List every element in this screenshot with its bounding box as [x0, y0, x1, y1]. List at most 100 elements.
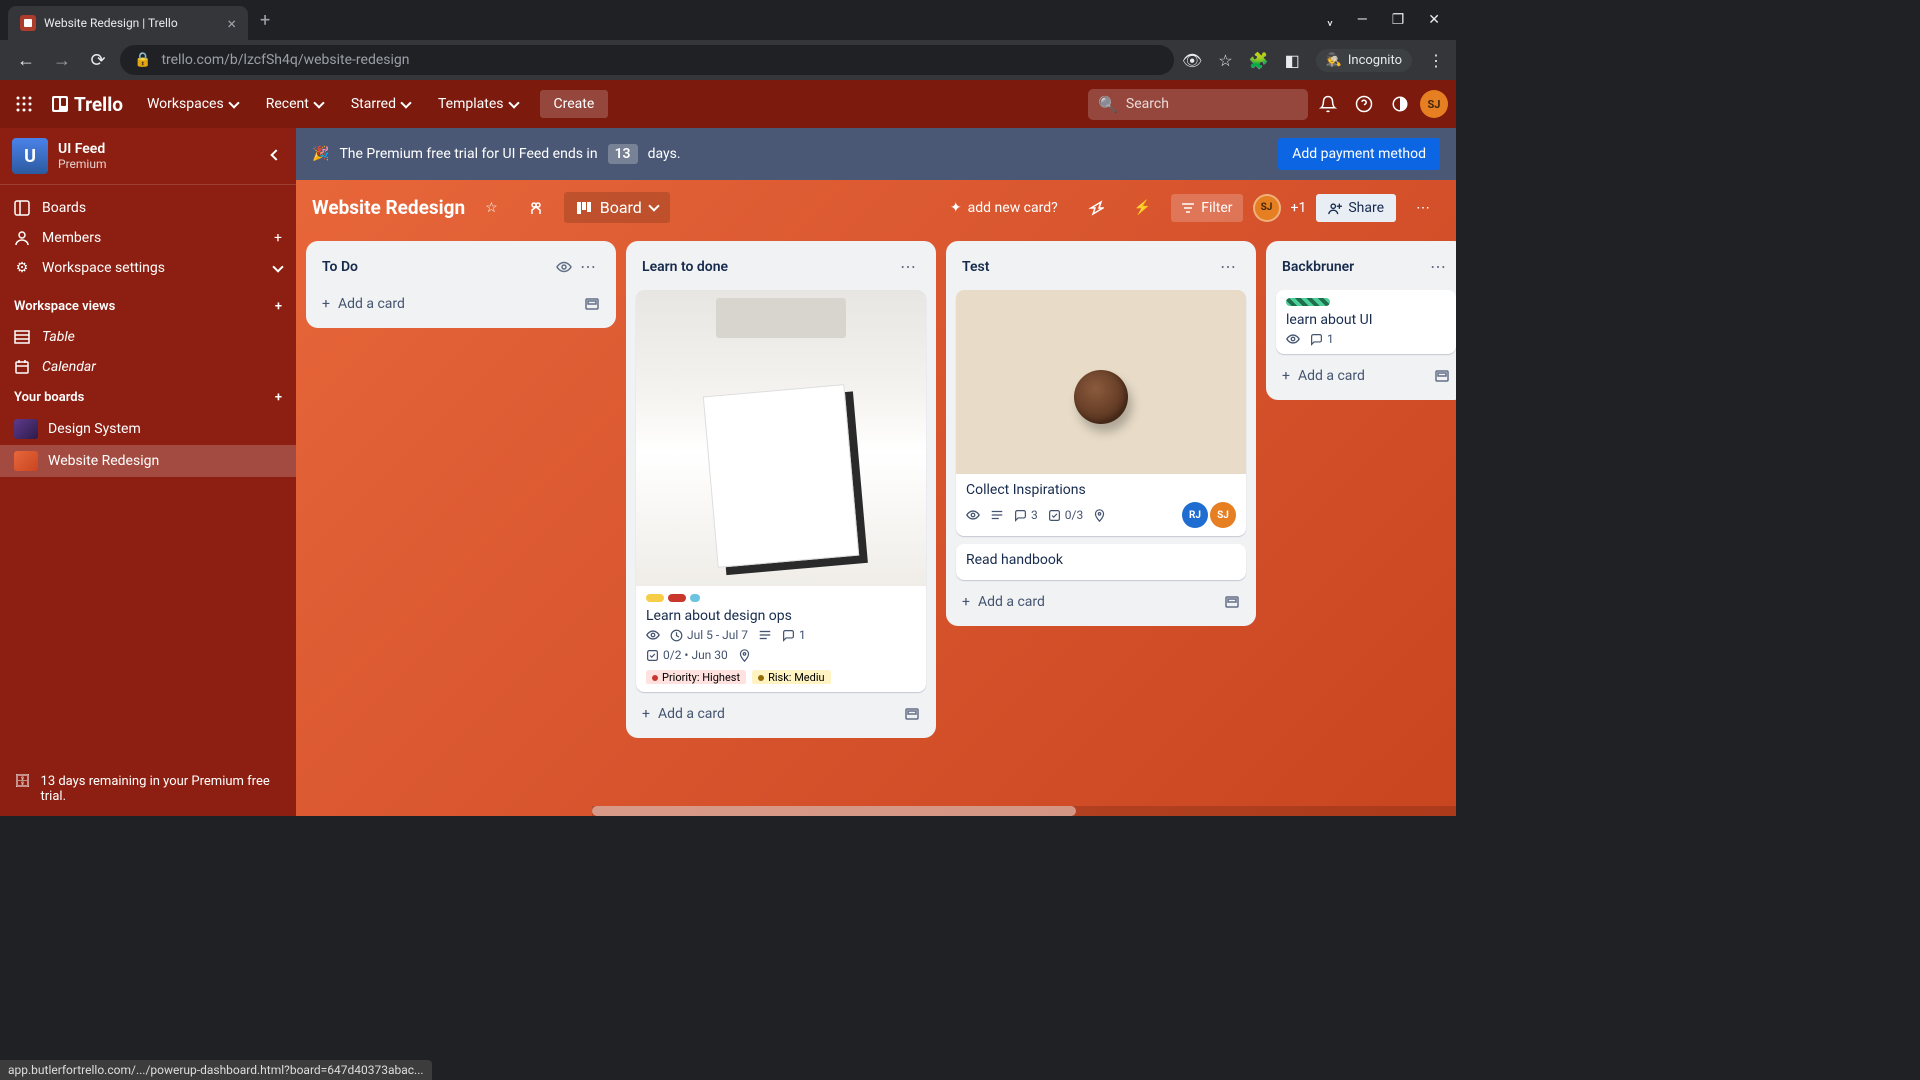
- sidebar-item-settings[interactable]: ⚙ Workspace settings: [0, 253, 296, 283]
- add-card-button[interactable]: +Add a card: [636, 700, 926, 728]
- card[interactable]: Collect Inspirations30/3RJSJ: [956, 290, 1246, 536]
- back-button[interactable]: ←: [12, 50, 40, 71]
- sidebar-item-calendar[interactable]: Calendar: [0, 352, 296, 382]
- search-box[interactable]: 🔍: [1088, 89, 1308, 120]
- collapse-sidebar-button[interactable]: [268, 143, 284, 170]
- template-icon[interactable]: [904, 706, 920, 722]
- forward-button[interactable]: →: [48, 50, 76, 71]
- card[interactable]: Read handbook: [956, 544, 1246, 580]
- maximize-icon[interactable]: ❐: [1392, 12, 1405, 28]
- card-cover: [636, 290, 926, 586]
- list-menu-icon[interactable]: ⋯: [1216, 253, 1240, 280]
- menu-workspaces[interactable]: Workspaces: [135, 90, 250, 118]
- banner-suffix: days.: [648, 146, 681, 162]
- add-view-icon[interactable]: +: [275, 299, 282, 314]
- sidebar-item-members[interactable]: Members +: [0, 223, 296, 253]
- trello-logo[interactable]: Trello: [44, 93, 131, 116]
- add-member-icon[interactable]: +: [274, 230, 282, 246]
- star-board-button[interactable]: ☆: [475, 194, 508, 222]
- add-card-button[interactable]: +Add a card: [316, 290, 606, 318]
- list: To Do ⋯ +Add a card: [306, 241, 616, 328]
- minimize-icon[interactable]: —: [1357, 12, 1368, 28]
- template-icon[interactable]: [1434, 368, 1450, 384]
- template-icon[interactable]: [1224, 594, 1240, 610]
- account-avatar[interactable]: SJ: [1420, 90, 1448, 118]
- add-card-button[interactable]: +Add a card: [956, 588, 1246, 616]
- filter-button[interactable]: Filter: [1171, 194, 1242, 222]
- chevron-down-icon: [228, 97, 239, 108]
- sidebar-item-boards[interactable]: Boards: [0, 193, 296, 223]
- sidebar-heading-views: Workspace views +: [0, 291, 296, 322]
- card[interactable]: learn about UI1: [1276, 290, 1456, 354]
- share-button[interactable]: Share: [1316, 194, 1396, 222]
- browser-menu-icon[interactable]: ⋮: [1428, 51, 1444, 70]
- list-title[interactable]: Learn to done: [642, 259, 896, 275]
- browser-tab[interactable]: Website Redesign | Trello ×: [8, 6, 248, 40]
- label[interactable]: [646, 594, 664, 602]
- help-icon[interactable]: [1348, 88, 1380, 120]
- search-input[interactable]: [1126, 96, 1304, 112]
- new-tab-button[interactable]: +: [260, 10, 270, 31]
- board-canvas[interactable]: To Do ⋯ +Add a card Learn to done ⋯ Lear…: [296, 235, 1456, 816]
- board-menu-button[interactable]: ⋯: [1406, 194, 1440, 222]
- plus-icon: +: [322, 296, 330, 312]
- incognito-icon: 🕵: [1326, 53, 1342, 68]
- card[interactable]: Learn about design opsJul 5 - Jul 71 0/2…: [636, 290, 926, 692]
- close-window-icon[interactable]: ✕: [1428, 12, 1440, 28]
- view-label: Board: [600, 198, 642, 217]
- list-title[interactable]: Test: [962, 259, 1216, 275]
- add-board-icon[interactable]: +: [275, 390, 282, 405]
- bookmark-icon[interactable]: ☆: [1218, 51, 1232, 70]
- board-view-icon: [576, 200, 592, 216]
- board-member-avatar[interactable]: SJ: [1253, 194, 1281, 222]
- add-card-button[interactable]: +Add a card: [1276, 362, 1456, 390]
- description-icon: [758, 628, 772, 642]
- board-title[interactable]: Website Redesign: [312, 196, 465, 219]
- tracking-icon[interactable]: 👁: [1182, 51, 1202, 70]
- sidebar-item-table[interactable]: Table: [0, 322, 296, 352]
- app-switcher-icon[interactable]: [8, 88, 40, 120]
- add-payment-button[interactable]: Add payment method: [1278, 138, 1440, 170]
- list-menu-icon[interactable]: ⋯: [576, 253, 600, 280]
- list-title[interactable]: To Do: [322, 259, 552, 275]
- add-card-label: Add a card: [1298, 368, 1365, 384]
- label[interactable]: [690, 594, 700, 602]
- member-avatar[interactable]: RJ: [1182, 502, 1208, 528]
- watch-icon[interactable]: [552, 255, 576, 279]
- extra-members-count[interactable]: +1: [1291, 200, 1307, 216]
- member-avatar[interactable]: SJ: [1210, 502, 1236, 528]
- label[interactable]: [668, 594, 686, 602]
- automation-button[interactable]: ⚡: [1124, 194, 1161, 222]
- menu-recent[interactable]: Recent: [254, 90, 335, 118]
- theme-icon[interactable]: [1384, 88, 1416, 120]
- calendar-icon: [14, 359, 30, 375]
- notifications-icon[interactable]: [1312, 88, 1344, 120]
- sparkle-icon: ✦: [950, 200, 962, 216]
- list: Test ⋯ Collect Inspirations30/3RJSJRead …: [946, 241, 1256, 626]
- butler-hint[interactable]: ✦ add new card?: [940, 194, 1068, 222]
- visibility-button[interactable]: [518, 194, 554, 222]
- extensions-icon[interactable]: 🧩: [1249, 51, 1269, 70]
- sidebar-board-item[interactable]: Website Redesign: [0, 445, 296, 477]
- list-menu-icon[interactable]: ⋯: [1426, 253, 1450, 280]
- label[interactable]: [1286, 298, 1330, 306]
- workspace-tier: Premium: [58, 157, 258, 171]
- sidebar-label: Workspace settings: [42, 260, 165, 276]
- list-menu-icon[interactable]: ⋯: [896, 253, 920, 280]
- reload-button[interactable]: ⟳: [84, 50, 112, 71]
- create-button[interactable]: Create: [540, 90, 609, 118]
- comments-badge: 3: [1014, 508, 1038, 522]
- menu-starred[interactable]: Starred: [339, 90, 422, 118]
- sidepanel-icon[interactable]: ◧: [1285, 51, 1300, 70]
- menu-templates[interactable]: Templates: [426, 90, 530, 118]
- incognito-badge[interactable]: 🕵 Incognito: [1316, 49, 1412, 72]
- tab-search-icon[interactable]: ^: [1327, 12, 1333, 28]
- template-icon[interactable]: [584, 296, 600, 312]
- horizontal-scrollbar[interactable]: [592, 806, 1456, 816]
- close-tab-icon[interactable]: ×: [227, 14, 236, 33]
- address-bar[interactable]: 🔒 trello.com/b/lzcfSh4q/website-redesign: [120, 45, 1174, 75]
- view-switcher[interactable]: Board: [564, 192, 670, 223]
- sidebar-board-item[interactable]: Design System: [0, 413, 296, 445]
- list-title[interactable]: Backbruner: [1282, 259, 1426, 275]
- powerups-button[interactable]: [1078, 194, 1114, 222]
